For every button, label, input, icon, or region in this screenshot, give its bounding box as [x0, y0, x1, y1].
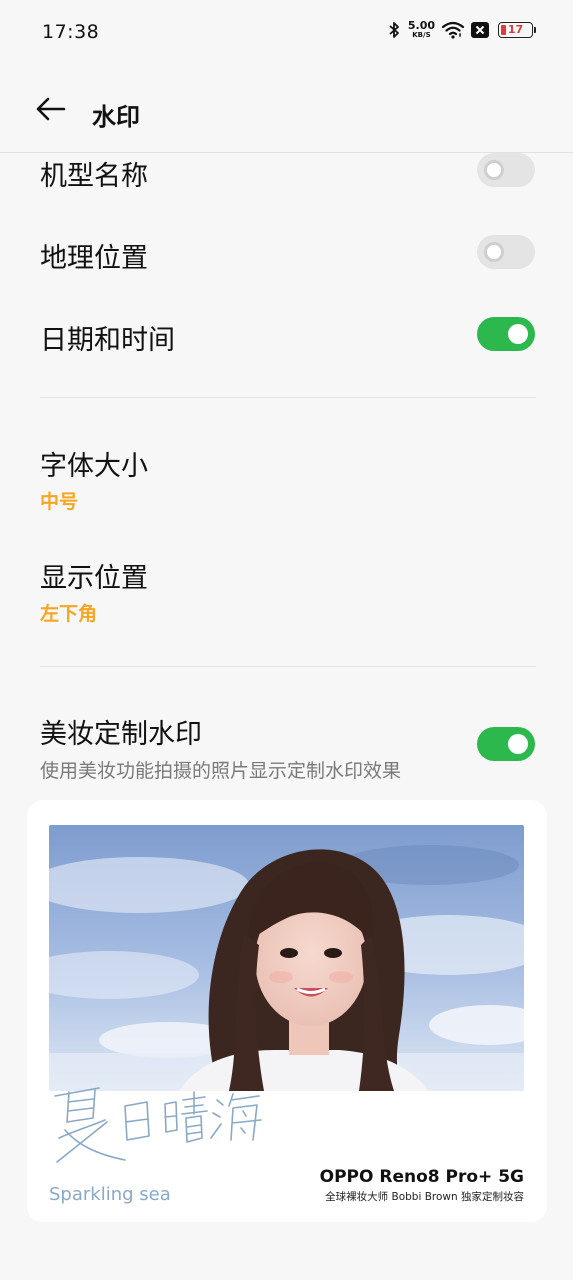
- handwriting-watermark: [47, 1078, 277, 1168]
- toggle-knob: [484, 160, 504, 180]
- font-size-value: 中号: [40, 491, 79, 513]
- network-speed: 5.00 KB/S: [408, 20, 435, 39]
- model-name-label: 机型名称: [40, 161, 148, 192]
- section-divider: [40, 397, 536, 398]
- setting-font-size[interactable]: 字体大小 中号: [0, 430, 573, 520]
- position-label: 显示位置: [40, 563, 148, 594]
- setting-location[interactable]: 地理位置: [0, 220, 573, 284]
- section-divider: [40, 666, 536, 667]
- datetime-label: 日期和时间: [40, 325, 175, 356]
- datetime-toggle[interactable]: [477, 317, 535, 351]
- setting-beauty-watermark[interactable]: 美妆定制水印 使用美妆功能拍摄的照片显示定制水印效果: [0, 700, 573, 790]
- status-icons: 5.00 KB/S 17: [388, 20, 536, 39]
- net-speed-unit: KB/S: [412, 31, 431, 39]
- watermark-preview-card: Sparkling sea OPPO Reno8 Pro+ 5G 全球裸妆大师 …: [27, 800, 547, 1222]
- beauty-watermark-toggle[interactable]: [477, 727, 535, 761]
- setting-model-name[interactable]: 机型名称: [0, 153, 573, 193]
- status-time: 17:38: [42, 21, 100, 43]
- location-toggle[interactable]: [477, 235, 535, 269]
- setting-position[interactable]: 显示位置 左下角: [0, 542, 573, 632]
- app-header: 水印: [0, 66, 573, 152]
- brand-name: OPPO Reno8 Pro+ 5G: [319, 1167, 524, 1187]
- brand-subtitle: 全球裸妆大师 Bobbi Brown 独家定制妆容: [325, 1191, 524, 1203]
- page-title: 水印: [92, 103, 140, 131]
- status-bar: 17:38 5.00 KB/S 17: [0, 0, 573, 66]
- position-value: 左下角: [40, 603, 98, 625]
- close-box-icon: [471, 21, 489, 38]
- battery-icon: 17: [498, 21, 536, 38]
- bluetooth-icon: [388, 21, 400, 39]
- toggle-knob: [508, 734, 528, 754]
- net-speed-value: 5.00: [407, 19, 435, 32]
- beauty-watermark-label: 美妆定制水印: [40, 719, 202, 750]
- font-size-label: 字体大小: [40, 451, 148, 482]
- setting-datetime[interactable]: 日期和时间: [0, 302, 573, 366]
- beauty-watermark-description: 使用美妆功能拍摄的照片显示定制水印效果: [40, 760, 402, 782]
- battery-fill: [501, 24, 506, 35]
- preview-photo: [49, 825, 524, 1091]
- battery-level: 17: [507, 23, 524, 36]
- toggle-knob: [508, 324, 528, 344]
- handwriting-text: [54, 1087, 262, 1163]
- wifi-icon: [441, 21, 465, 39]
- model-name-toggle[interactable]: [477, 153, 535, 187]
- location-label: 地理位置: [40, 243, 148, 274]
- arrow-left-icon[interactable]: [34, 96, 68, 122]
- watermark-caption: Sparkling sea: [49, 1184, 171, 1205]
- toggle-knob: [484, 242, 504, 262]
